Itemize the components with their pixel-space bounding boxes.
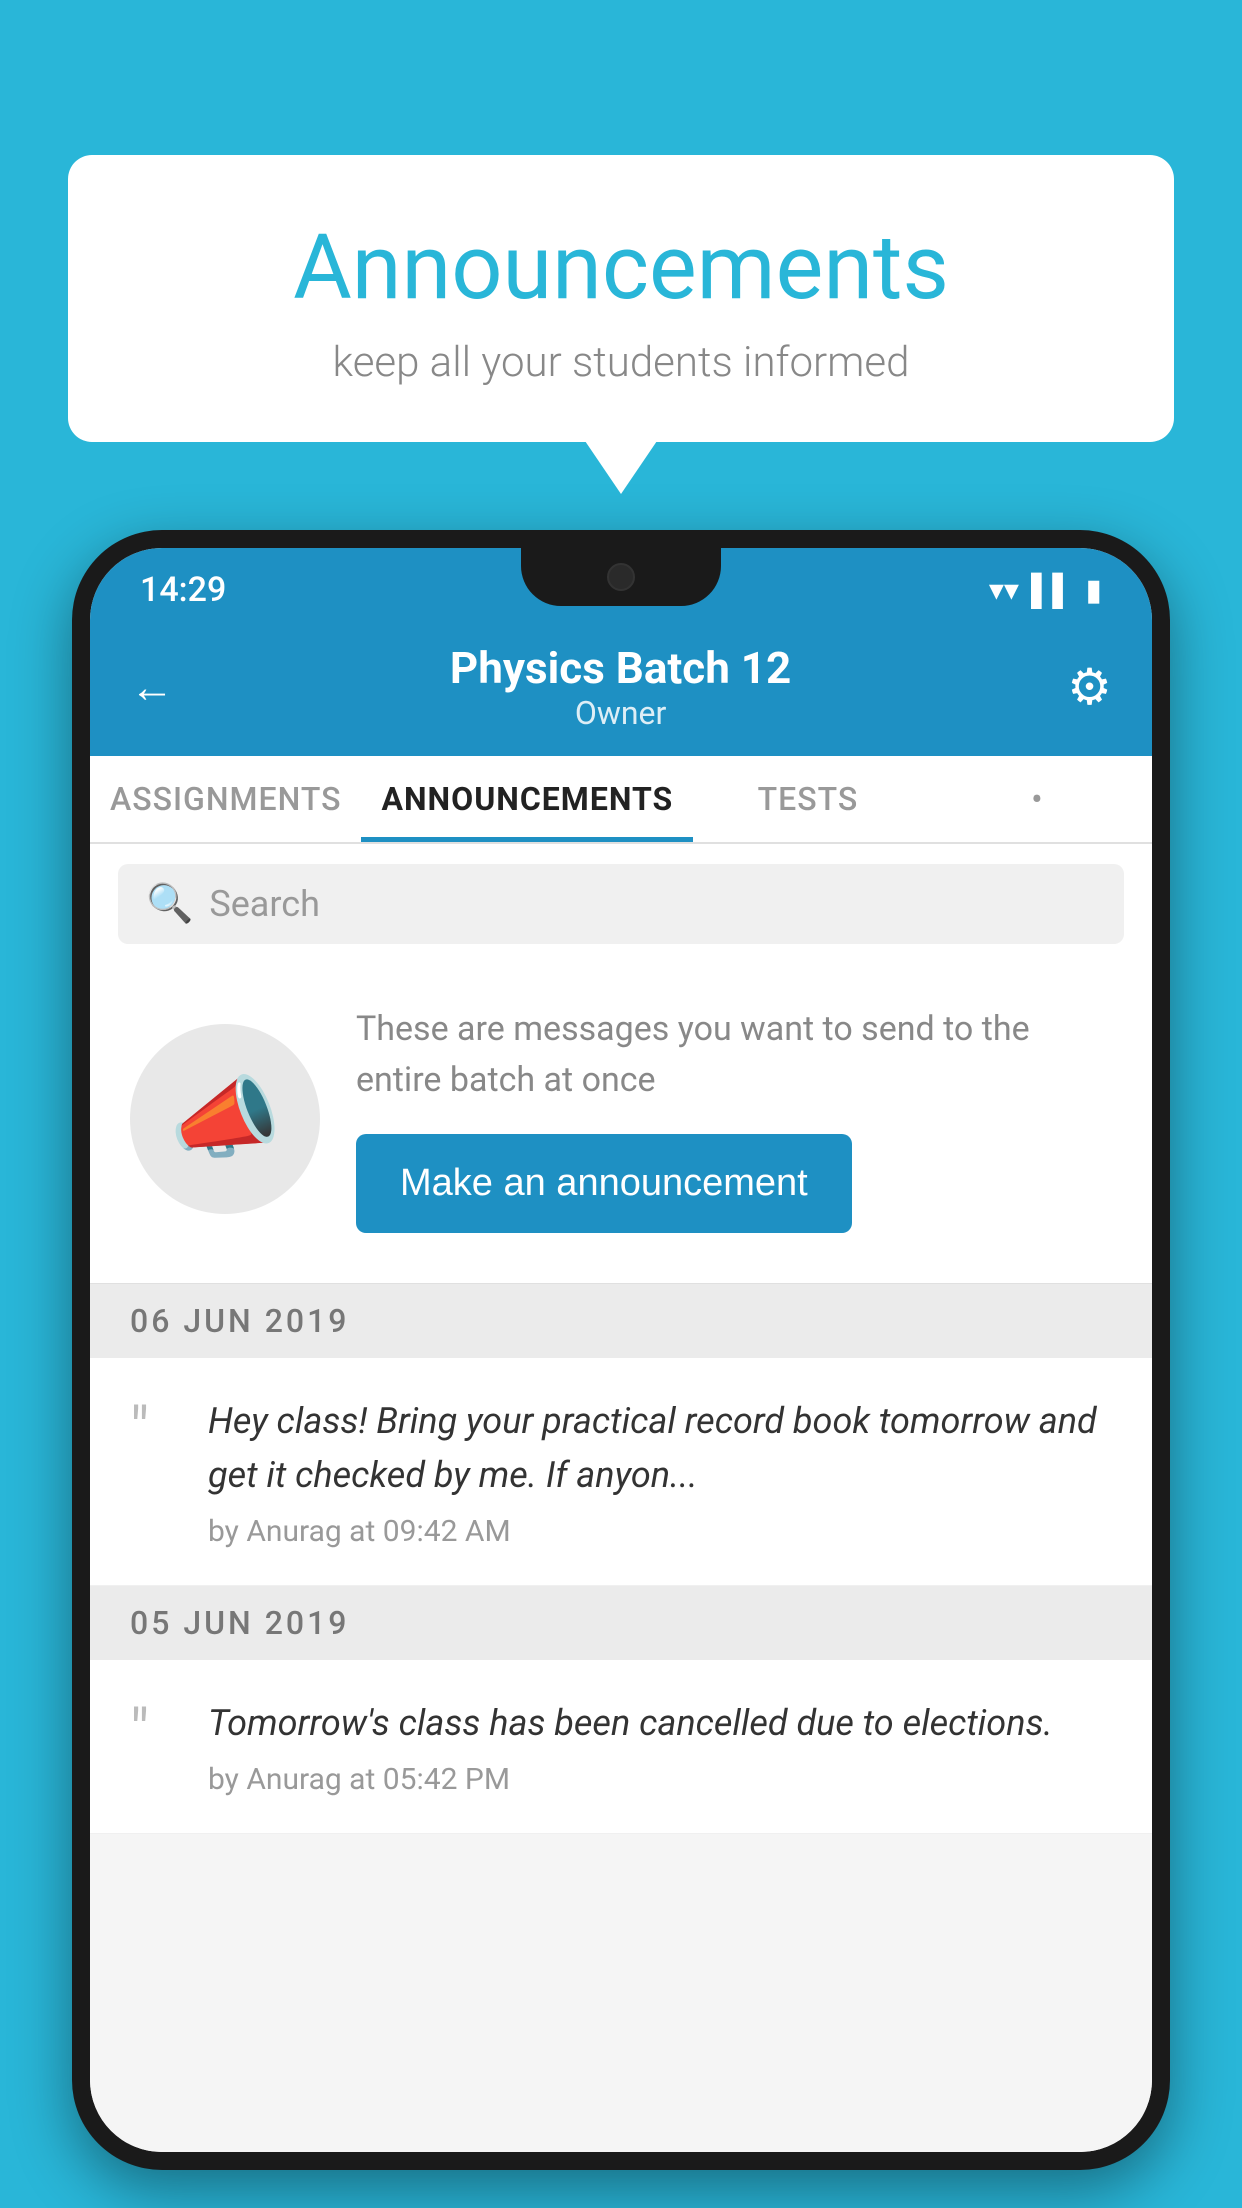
promo-text-area: These are messages you want to send to t… — [356, 1004, 1112, 1233]
announcement-icon-circle: 📣 — [130, 1024, 320, 1214]
promo-description: These are messages you want to send to t… — [356, 1004, 1112, 1106]
speech-bubble-container: Announcements keep all your students inf… — [68, 155, 1174, 442]
back-button[interactable]: ← — [130, 661, 174, 713]
tab-tests[interactable]: TESTS — [693, 756, 922, 842]
date-separator-1: 06 JUN 2019 — [90, 1284, 1152, 1358]
phone-container: 14:29 ▾▾ ▌▌ ▮ ← Physics Batch 12 Owner ⚙… — [72, 530, 1170, 2208]
announcement-text-1: Hey class! Bring your practical record b… — [208, 1394, 1112, 1502]
search-icon: 🔍 — [146, 882, 193, 926]
announcement-item-1: " Hey class! Bring your practical record… — [90, 1358, 1152, 1586]
make-announcement-button[interactable]: Make an announcement — [356, 1134, 852, 1233]
phone-screen: 14:29 ▾▾ ▌▌ ▮ ← Physics Batch 12 Owner ⚙… — [90, 548, 1152, 2152]
phone-notch — [521, 548, 721, 606]
speech-bubble-subtitle: keep all your students informed — [118, 338, 1124, 387]
batch-role: Owner — [174, 694, 1067, 732]
content-area: 🔍 Search 📣 These are messages you want t… — [90, 844, 1152, 2152]
tab-announcements[interactable]: ANNOUNCEMENTS — [361, 756, 693, 842]
header-center: Physics Batch 12 Owner — [174, 642, 1067, 732]
promo-card: 📣 These are messages you want to send to… — [90, 964, 1152, 1284]
date-separator-2: 05 JUN 2019 — [90, 1586, 1152, 1660]
tabs-bar: ASSIGNMENTS ANNOUNCEMENTS TESTS • — [90, 756, 1152, 844]
announcement-item-2: " Tomorrow's class has been cancelled du… — [90, 1660, 1152, 1834]
megaphone-icon: 📣 — [169, 1066, 281, 1171]
tab-assignments[interactable]: ASSIGNMENTS — [90, 756, 361, 842]
search-bar-container: 🔍 Search — [90, 844, 1152, 964]
announcement-content-2: Tomorrow's class has been cancelled due … — [208, 1696, 1112, 1797]
status-icons: ▾▾ ▌▌ ▮ — [989, 573, 1102, 608]
speech-bubble: Announcements keep all your students inf… — [68, 155, 1174, 442]
quote-icon-2: " — [130, 1702, 180, 1797]
speech-bubble-title: Announcements — [118, 215, 1124, 320]
tab-more[interactable]: • — [923, 756, 1152, 842]
phone-camera — [607, 563, 635, 591]
battery-icon: ▮ — [1085, 573, 1102, 608]
announcement-text-2: Tomorrow's class has been cancelled due … — [208, 1696, 1112, 1750]
search-bar[interactable]: 🔍 Search — [118, 864, 1124, 944]
batch-title: Physics Batch 12 — [174, 642, 1067, 694]
app-header: ← Physics Batch 12 Owner ⚙ — [90, 622, 1152, 756]
status-time: 14:29 — [140, 570, 226, 610]
wifi-icon: ▾▾ — [989, 573, 1019, 608]
announcement-meta-1: by Anurag at 09:42 AM — [208, 1514, 1112, 1549]
signal-icon: ▌▌ — [1031, 573, 1074, 608]
phone-frame: 14:29 ▾▾ ▌▌ ▮ ← Physics Batch 12 Owner ⚙… — [72, 530, 1170, 2170]
gear-icon[interactable]: ⚙ — [1067, 658, 1112, 717]
announcement-meta-2: by Anurag at 05:42 PM — [208, 1762, 1112, 1797]
announcement-content-1: Hey class! Bring your practical record b… — [208, 1394, 1112, 1549]
quote-icon-1: " — [130, 1400, 180, 1549]
search-placeholder: Search — [209, 883, 320, 925]
